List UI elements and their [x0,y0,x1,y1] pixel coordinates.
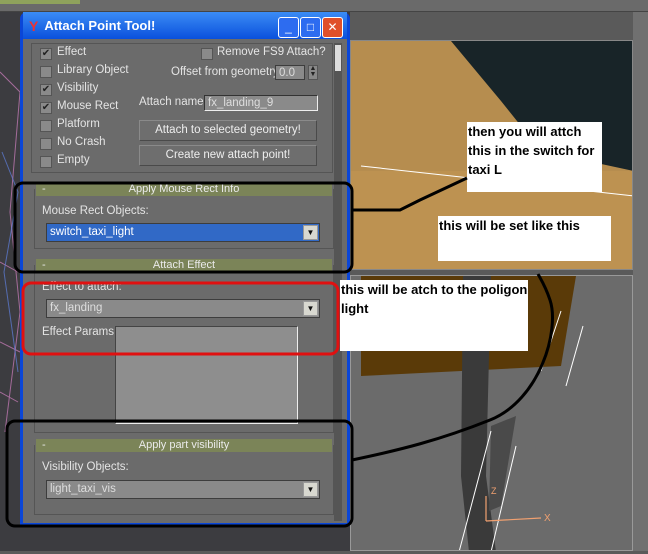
chevron-down-icon: ▼ [303,301,318,316]
top-toolbar-strip [0,0,648,12]
effect-params-textarea[interactable] [115,326,298,424]
part-visibility-rollout-header[interactable]: - Apply part visibility [36,439,332,452]
command-panel-edge [633,12,648,551]
chevron-down-icon: ▼ [303,482,318,497]
visibility-objects-dropdown[interactable]: light_taxi_vis ▼ [46,480,320,499]
dialog-body: ✔ Effect Library Object ✔ Visibility ✔ M… [23,39,347,523]
annotation-note-switch: then you will attch this in the switch f… [467,122,602,192]
axis-z-label: Z [491,486,497,496]
effect-dropdown[interactable]: fx_landing ▼ [46,299,320,318]
attach-point-tool-dialog: Y Attach Point Tool! _ □ ✕ ✔ Effect Libr… [20,12,350,526]
mouse-rect-rollout-header[interactable]: - Apply Mouse Rect Info [36,183,332,196]
annotation-note-polygon: this will be atch to the poligon light [340,280,528,351]
annotation-note-set: this will be set like this [438,216,611,261]
chevron-down-icon: ▼ [303,225,318,240]
visibility-objects-label: Visibility Objects: [42,461,129,473]
attach-effect-rollout-header[interactable]: - Attach Effect [36,259,332,272]
app-logo-icon: Y [29,17,39,34]
axis-x-label: X [544,513,551,524]
minimize-button[interactable]: _ [278,17,299,38]
effect-to-attach-label: Effect to attach: [42,281,122,293]
mouse-rect-objects-label: Mouse Rect Objects: [42,205,149,217]
dialog-title: Attach Point Tool! [44,18,156,33]
effect-params-label: Effect Params: [42,326,118,338]
maximize-button[interactable]: □ [300,17,321,38]
close-button[interactable]: ✕ [322,17,343,38]
options-group [31,43,333,173]
mouse-rect-objects-dropdown[interactable]: switch_taxi_light ▼ [46,223,320,242]
